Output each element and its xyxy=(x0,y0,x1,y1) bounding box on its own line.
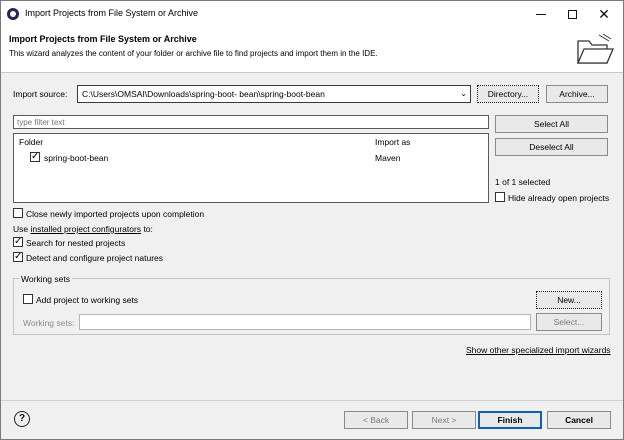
search-nested-checkbox[interactable] xyxy=(13,235,23,249)
import-source-combo[interactable]: C:\Users\OMSAI\Downloads\spring-boot- be… xyxy=(77,85,471,103)
project-folder: spring-boot-bean xyxy=(44,153,109,163)
column-header-folder: Folder xyxy=(19,137,44,147)
hide-open-label: Hide already open projects xyxy=(508,193,610,203)
project-checkbox[interactable] xyxy=(30,150,40,164)
close-newly-checkbox[interactable] xyxy=(13,208,23,218)
minimize-button[interactable] xyxy=(526,4,556,24)
use-prefix: Use xyxy=(13,224,29,234)
window-title: Import Projects from File System or Arch… xyxy=(25,8,199,18)
chevron-down-icon[interactable]: ⌄ xyxy=(460,89,467,98)
back-button[interactable]: < Back xyxy=(344,411,408,429)
configurators-line: Use installed project configurators to: xyxy=(13,224,153,234)
close-icon: ✕ xyxy=(598,6,610,22)
select-all-button[interactable]: Select All xyxy=(495,115,608,133)
project-import-as: Maven xyxy=(375,153,401,163)
next-button[interactable]: Next > xyxy=(412,411,476,429)
new-working-set-button[interactable]: New... xyxy=(536,291,602,309)
use-suffix: to: xyxy=(143,224,153,234)
open-folder-icon xyxy=(577,33,614,64)
eclipse-icon xyxy=(7,8,19,20)
maximize-button[interactable] xyxy=(557,4,587,24)
footer-separator xyxy=(1,400,623,401)
title-bar: Import Projects from File System or Arch… xyxy=(1,1,623,27)
show-other-wizards-link[interactable]: Show other specialized import wizards xyxy=(466,345,611,355)
filter-input[interactable] xyxy=(14,116,488,128)
working-sets-legend: Working sets xyxy=(19,274,72,284)
wizard-title: Import Projects from File System or Arch… xyxy=(9,34,197,44)
close-button[interactable]: ✕ xyxy=(589,4,619,24)
search-nested-label: Search for nested projects xyxy=(26,238,126,248)
working-sets-label: Working sets: xyxy=(23,318,75,328)
column-header-import-as: Import as xyxy=(375,137,411,147)
cancel-button[interactable]: Cancel xyxy=(547,411,611,429)
wizard-header: Import Projects from File System or Arch… xyxy=(1,27,623,73)
finish-button[interactable]: Finish xyxy=(478,411,542,429)
hide-open-checkbox[interactable] xyxy=(495,192,505,202)
filter-field[interactable] xyxy=(13,115,489,129)
selected-count: 1 of 1 selected xyxy=(495,177,551,187)
add-to-working-sets-label: Add project to working sets xyxy=(36,295,139,305)
installed-configurators-link[interactable]: installed project configurators xyxy=(31,224,142,234)
select-working-set-button[interactable]: Select... xyxy=(536,313,602,331)
detect-configure-checkbox[interactable] xyxy=(13,250,23,264)
add-to-working-sets-checkbox[interactable] xyxy=(23,294,33,304)
maximize-icon xyxy=(567,10,577,20)
close-newly-label: Close newly imported projects upon compl… xyxy=(26,209,205,219)
minimize-icon xyxy=(536,14,546,16)
working-sets-combo[interactable] xyxy=(79,314,531,330)
archive-button[interactable]: Archive... xyxy=(546,85,608,103)
import-source-value: C:\Users\OMSAI\Downloads\spring-boot- be… xyxy=(82,89,325,99)
projects-table: Folder Import as spring-boot-bean Maven xyxy=(13,133,489,203)
detect-configure-label: Detect and configure project natures xyxy=(26,253,164,263)
wizard-description: This wizard analyzes the content of your… xyxy=(9,49,378,58)
directory-button[interactable]: Directory... xyxy=(477,85,539,103)
deselect-all-button[interactable]: Deselect All xyxy=(495,138,608,156)
import-dialog: Import Projects from File System or Arch… xyxy=(0,0,624,440)
import-source-label: Import source: xyxy=(13,89,68,99)
help-icon[interactable]: ? xyxy=(14,411,30,427)
